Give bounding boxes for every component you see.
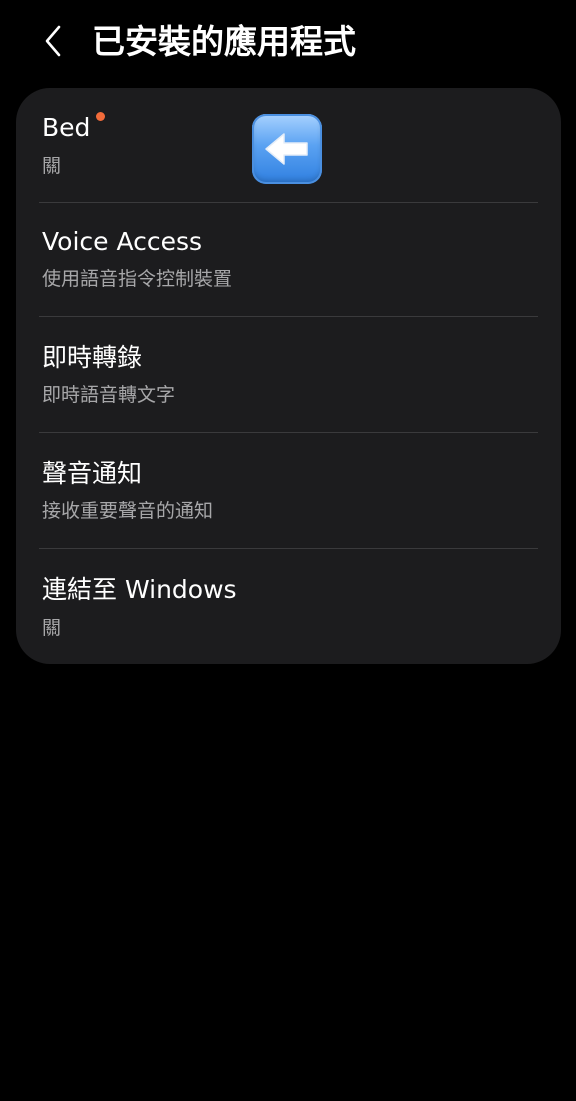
back-button[interactable] [30,18,76,64]
list-item-voice-access[interactable]: Voice Access 使用語音指令控制裝置 [16,203,561,316]
list-item-link-to-windows[interactable]: 連結至 Windows 關 [16,549,561,664]
left-arrow-emoji-icon [252,114,322,184]
item-subtitle: 即時語音轉文字 [42,384,176,406]
header: 已安裝的應用程式 [0,0,576,88]
notification-dot [96,112,105,121]
item-subtitle: 接收重要聲音的通知 [42,500,214,522]
chevron-left-icon [45,25,61,57]
item-title: 聲音通知 [42,459,143,488]
list-item-live-transcribe[interactable]: 即時轉錄 即時語音轉文字 [16,317,561,432]
item-subtitle: 使用語音指令控制裝置 [42,268,233,290]
item-title: Bed [42,113,91,142]
item-title: 連結至 Windows [42,575,237,604]
page-title: 已安裝的應用程式 [92,22,356,61]
list-item-sound-notifications[interactable]: 聲音通知 接收重要聲音的通知 [16,433,561,548]
installed-apps-card: Bed 關 Voice Access 使用語音指令控制裝置 即時轉錄 即時語音轉… [16,88,561,664]
item-subtitle: 關 [42,617,62,639]
item-title: Voice Access [42,227,203,256]
item-title: 即時轉錄 [42,343,143,372]
item-subtitle: 關 [42,155,62,177]
